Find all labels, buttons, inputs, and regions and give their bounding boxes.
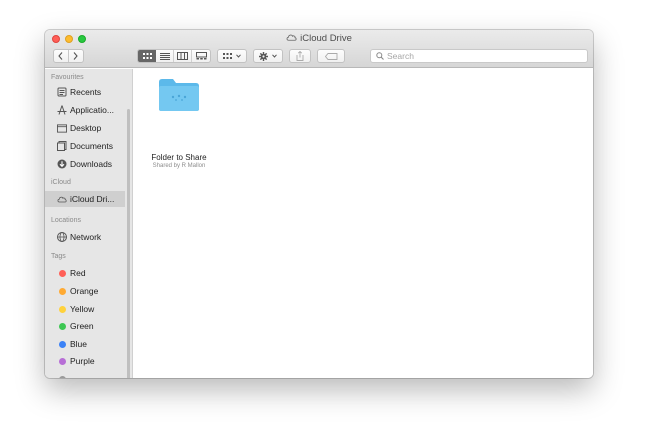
sidebar-item-recents[interactable]: Recents — [45, 84, 125, 100]
sidebar-item-label: Recents — [70, 87, 102, 97]
applications-icon — [57, 105, 67, 115]
sidebar-item-label: Orange — [70, 286, 99, 296]
sidebar-item-label: iCloud Dri... — [70, 194, 115, 204]
file-item-name: Folder to Share — [151, 153, 207, 162]
sidebar-item-label: Yellow — [70, 304, 95, 314]
sidebar-item-tag-orange[interactable]: Orange — [45, 283, 125, 299]
tag-dot-icon — [58, 375, 66, 378]
sidebar-item-label: Downloads — [70, 159, 113, 169]
sidebar-item-icloud-drive[interactable]: iCloud Dri... — [45, 191, 125, 207]
tag-icon — [324, 52, 337, 60]
view-mode-control — [137, 49, 211, 63]
sidebar-item-tag-gray[interactable] — [45, 371, 125, 378]
sidebar-item-tag-yellow[interactable]: Yellow — [45, 301, 125, 317]
file-item-subtitle: Shared by R Mallon — [152, 163, 206, 169]
tag-dot-icon — [58, 357, 66, 365]
sidebar-item-tag-purple[interactable]: Purple — [45, 353, 125, 369]
finder-window: iCloud Drive Search Favourites Recents A… — [45, 30, 593, 378]
section-tags: Tags — [51, 253, 66, 260]
sidebar-scrollbar[interactable] — [127, 109, 130, 378]
list-icon — [159, 52, 170, 60]
sidebar-item-applications[interactable]: Applicatio... — [45, 102, 125, 118]
sidebar-item-label: Desktop — [70, 123, 102, 133]
action-button[interactable] — [253, 49, 283, 63]
forward-button[interactable] — [69, 50, 83, 62]
back-button[interactable] — [54, 50, 69, 62]
list-view-button[interactable] — [156, 50, 174, 62]
search-placeholder: Search — [387, 51, 414, 61]
window-title: iCloud Drive — [45, 33, 593, 44]
chevron-down-icon — [272, 54, 277, 58]
cloud-icon — [57, 194, 67, 204]
section-locations: Locations — [51, 217, 81, 224]
section-favourites: Favourites — [51, 74, 84, 81]
chevron-left-icon — [58, 52, 63, 60]
column-view-button[interactable] — [174, 50, 192, 62]
file-item[interactable]: Folder to Share Shared by R Mallon — [140, 69, 218, 173]
tag-dot-icon — [58, 269, 66, 277]
group-by-button[interactable] — [217, 49, 247, 63]
chevron-down-icon — [236, 54, 241, 58]
gallery-view-button[interactable] — [192, 50, 210, 62]
section-icloud: iCloud — [51, 179, 71, 186]
icon-view-button[interactable] — [138, 50, 156, 62]
sidebar-item-label: Green — [70, 321, 94, 331]
sidebar-item-label: Applicatio... — [70, 105, 114, 115]
sidebar-item-downloads[interactable]: Downloads — [45, 156, 125, 172]
downloads-icon — [57, 159, 67, 169]
search-icon — [376, 52, 384, 60]
sidebar-item-tag-blue[interactable]: Blue — [45, 336, 125, 352]
title-bar: iCloud Drive Search — [45, 30, 593, 68]
window-title-text: iCloud Drive — [300, 33, 352, 44]
icon-grid-icon — [142, 52, 152, 59]
search-field[interactable]: Search — [370, 49, 588, 63]
edit-tags-button[interactable] — [317, 49, 345, 63]
share-button[interactable] — [289, 49, 311, 63]
sidebar-item-tag-green[interactable]: Green — [45, 318, 125, 334]
share-icon — [296, 51, 304, 61]
tag-dot-icon — [58, 322, 66, 330]
globe-icon — [57, 232, 67, 242]
file-browser-content: Folder to Share Shared by R Mallon — [134, 69, 593, 378]
sidebar-item-documents[interactable]: Documents — [45, 138, 125, 154]
desktop-icon — [57, 123, 67, 133]
recents-icon — [57, 87, 67, 97]
columns-icon — [177, 52, 188, 60]
sidebar: Favourites Recents Applicatio... Desktop… — [45, 69, 133, 378]
shared-folder-icon — [158, 78, 200, 112]
tag-dot-icon — [58, 305, 66, 313]
chevron-right-icon — [73, 52, 78, 60]
sidebar-item-desktop[interactable]: Desktop — [45, 120, 125, 136]
group-grid-icon — [223, 52, 232, 59]
sidebar-item-label: Blue — [70, 339, 88, 349]
documents-icon — [57, 141, 67, 151]
tag-dot-icon — [58, 340, 66, 348]
sidebar-item-label: Network — [70, 232, 102, 242]
sidebar-item-tag-red[interactable]: Red — [45, 265, 125, 281]
sidebar-item-network[interactable]: Network — [45, 229, 125, 245]
sidebar-item-label: Purple — [70, 356, 95, 366]
cloud-icon — [286, 33, 297, 44]
gear-icon — [259, 51, 268, 61]
history-nav — [53, 49, 84, 63]
tag-dot-icon — [58, 287, 66, 295]
sidebar-item-label: Documents — [70, 141, 113, 151]
sidebar-item-label: Red — [70, 268, 86, 278]
gallery-icon — [195, 52, 207, 60]
